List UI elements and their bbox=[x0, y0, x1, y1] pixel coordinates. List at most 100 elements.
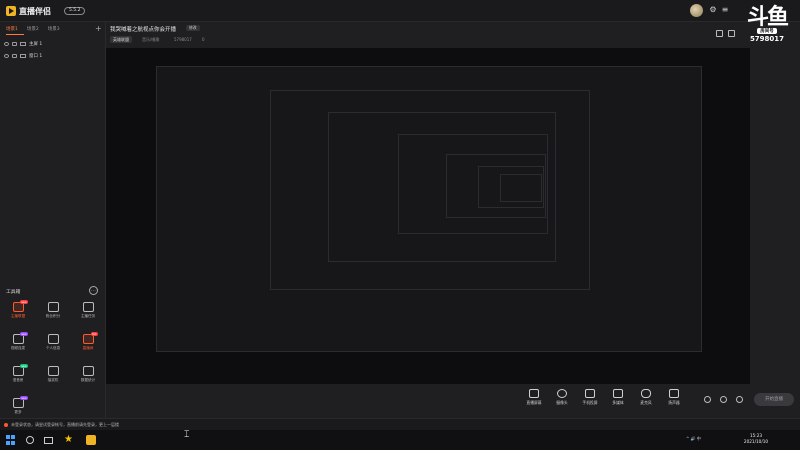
microphone-icon bbox=[641, 389, 651, 398]
microphone-button[interactable]: 麦克风 bbox=[632, 389, 660, 406]
tab-scene-1[interactable]: 场景1 bbox=[6, 26, 18, 32]
tool-badge: new bbox=[19, 332, 28, 336]
tool-item[interactable]: new 更多 bbox=[6, 396, 30, 415]
left-panel: 场景1 场景2 场景3 + 主屏 1 窗口 1 工具箱 … new 主播联盟 粉丝积… bbox=[0, 22, 106, 418]
tool-label: 粉丝积分 bbox=[45, 314, 61, 318]
gift-icon[interactable] bbox=[716, 30, 723, 37]
clock[interactable]: 15:23 2021/10/10 bbox=[736, 433, 776, 445]
tool-label: 语音房 bbox=[12, 378, 24, 382]
live-icon: hot bbox=[82, 332, 98, 344]
tool-badge: hot bbox=[90, 332, 98, 336]
more-icon: new bbox=[12, 396, 28, 408]
tool-item[interactable]: 数据统计 bbox=[76, 366, 100, 383]
lock-icon[interactable] bbox=[12, 53, 17, 58]
share-icon[interactable] bbox=[720, 396, 727, 403]
title-bar: 直播伴侣 5.5.2 ⚙ ≡ bbox=[0, 0, 800, 22]
speaker-button[interactable]: 扬声器 bbox=[660, 389, 688, 406]
tool-label: 视频连麦 bbox=[10, 346, 26, 350]
window-icon bbox=[20, 53, 26, 58]
status-icon bbox=[4, 423, 8, 427]
toolbox-more-icon[interactable]: … bbox=[89, 286, 98, 295]
edit-title-button[interactable]: 修改 bbox=[186, 25, 200, 31]
media-button[interactable]: 多媒体 bbox=[604, 389, 632, 406]
media-icon bbox=[613, 389, 623, 398]
start-live-button[interactable]: 开始直播 bbox=[754, 393, 794, 406]
windows-taskbar: ★ ^ 🔊 中 15:23 2021/10/10 bbox=[0, 430, 800, 450]
tag-text: 音乐/唱歌 bbox=[142, 37, 160, 42]
mouse-cursor: ⌶ bbox=[184, 430, 190, 440]
source-item[interactable]: 窗口 1 bbox=[4, 51, 42, 60]
room-id: 5798017 bbox=[174, 37, 192, 42]
eye-icon[interactable] bbox=[4, 53, 9, 58]
tool-label: 主播联盟 bbox=[10, 314, 26, 318]
tray-area[interactable]: ^ 🔊 中 bbox=[686, 436, 701, 442]
home-icon: new bbox=[12, 300, 28, 312]
tool-item[interactable]: hot 直播间 bbox=[76, 332, 100, 351]
source-item[interactable]: 主屏 1 bbox=[4, 39, 42, 48]
gift-icon bbox=[47, 302, 59, 312]
source-label: 窗口 1 bbox=[29, 53, 43, 59]
search-icon[interactable] bbox=[26, 436, 34, 444]
stream-header: 我哭喊着之航视点你会开播 修改 英雄联盟 音乐/唱歌 5798017 0 bbox=[110, 22, 690, 48]
tool-label: 抽奖机 bbox=[47, 378, 59, 382]
windows-start-icon[interactable] bbox=[6, 435, 16, 445]
eye-icon[interactable] bbox=[4, 41, 9, 46]
screen-button[interactable]: 直播屏幕 bbox=[520, 389, 548, 406]
monitor-icon bbox=[20, 41, 26, 46]
lock-icon[interactable] bbox=[12, 41, 17, 46]
link-icon: new bbox=[12, 332, 28, 344]
douyu-watermark: 斗鱼 房间号 5798017 bbox=[738, 6, 796, 43]
clock-date: 2021/10/10 bbox=[743, 439, 769, 444]
tool-label: 个人信息 bbox=[45, 346, 61, 350]
tool-item[interactable]: 抽奖机 bbox=[41, 366, 65, 383]
fans-count: 0 bbox=[202, 37, 205, 42]
camera-icon bbox=[557, 389, 567, 398]
tool-label: 数据统计 bbox=[80, 378, 96, 382]
tool-label: 更多 bbox=[14, 410, 22, 414]
task-view-icon[interactable] bbox=[44, 437, 53, 444]
tool-item[interactable]: 个人信息 bbox=[41, 334, 65, 351]
tab-scene-2[interactable]: 场景2 bbox=[27, 26, 39, 32]
tool-item[interactable]: 主播任务 bbox=[76, 302, 100, 319]
control-bar: 直播屏幕 摄像头 手机投屏 多媒体 麦克风 扬声器 开始直播 bbox=[106, 384, 800, 418]
mic-icon: new bbox=[12, 364, 28, 376]
speaker-icon bbox=[669, 389, 679, 398]
watermark-number: 5798017 bbox=[749, 35, 785, 43]
tab-indicator bbox=[6, 34, 24, 35]
gear-icon[interactable] bbox=[736, 396, 743, 403]
tool-badge: new bbox=[19, 364, 28, 368]
stream-title: 我哭喊着之航视点你会开播 bbox=[110, 27, 177, 33]
stream-preview[interactable] bbox=[106, 48, 750, 384]
version-badge: 5.5.2 bbox=[64, 7, 86, 15]
source-label: 主屏 1 bbox=[29, 41, 43, 47]
tool-item[interactable]: new 视频连麦 bbox=[6, 332, 30, 351]
toolbox-title: 工具箱 bbox=[6, 290, 21, 295]
tool-item[interactable]: 粉丝积分 bbox=[41, 302, 65, 319]
category-button[interactable]: 英雄联盟 bbox=[110, 36, 132, 43]
tool-badge: new bbox=[19, 396, 28, 400]
preview-frame bbox=[500, 174, 542, 202]
status-text: 未登录状态，请尝试登录帐号，直播前请先登录，更上一层楼 bbox=[11, 422, 119, 427]
avatar[interactable] bbox=[690, 4, 703, 17]
tool-label: 直播间 bbox=[82, 346, 94, 350]
live-app-icon[interactable] bbox=[86, 435, 96, 445]
star-app-icon[interactable]: ★ bbox=[64, 435, 74, 445]
settings-icon[interactable]: ⚙ bbox=[708, 5, 718, 15]
camera-button[interactable]: 摄像头 bbox=[548, 389, 576, 406]
app-window: 直播伴侣 5.5.2 ⚙ ≡ 场景1 场景2 场景3 + 主屏 1 窗口 1 工… bbox=[0, 0, 800, 430]
add-scene-icon[interactable]: + bbox=[95, 24, 102, 33]
chart-icon bbox=[82, 366, 94, 376]
tool-item[interactable]: new 语音房 bbox=[6, 364, 30, 383]
tool-item[interactable]: new 主播联盟 bbox=[6, 300, 30, 319]
logo-icon bbox=[6, 6, 16, 16]
menu-icon[interactable]: ≡ bbox=[720, 5, 730, 15]
record-icon[interactable] bbox=[704, 396, 711, 403]
tab-scene-3[interactable]: 场景3 bbox=[48, 26, 60, 32]
phone-cast-button[interactable]: 手机投屏 bbox=[576, 389, 604, 406]
watermark-logo: 斗鱼 bbox=[746, 4, 789, 30]
user-icon bbox=[47, 334, 59, 344]
tool-badge: new bbox=[19, 300, 28, 304]
screen-icon bbox=[529, 389, 539, 398]
status-bar: 未登录状态，请尝试登录帐号，直播前请先登录，更上一层楼 bbox=[0, 418, 800, 430]
notice-icon[interactable] bbox=[728, 30, 735, 37]
